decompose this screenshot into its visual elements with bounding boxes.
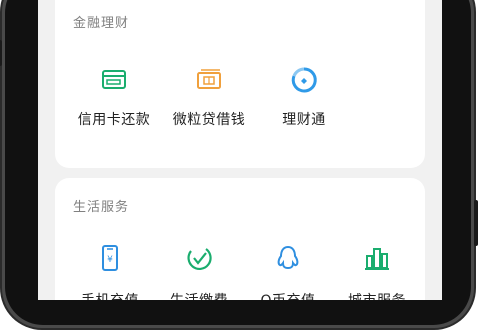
life-services-section-title: 生活服务 bbox=[73, 200, 130, 215]
money-bills-icon bbox=[197, 69, 221, 89]
svg-text:¥: ¥ bbox=[107, 255, 113, 265]
finance-section: 金融理财 信用卡还款 微粒贷借钱 理财通 bbox=[55, 0, 425, 168]
weilidai-loan-item[interactable]: 微粒贷借钱 bbox=[159, 66, 259, 128]
credit-card-icon bbox=[102, 70, 126, 89]
weilidai-loan-label: 微粒贷借钱 bbox=[172, 112, 246, 128]
city-buildings-icon bbox=[365, 248, 389, 270]
side-button-left bbox=[0, 40, 2, 66]
credit-card-repayment-label: 信用卡还款 bbox=[77, 112, 151, 128]
qcoin-topup-label: Q币充值 bbox=[238, 290, 338, 300]
check-leaf-icon bbox=[187, 248, 212, 271]
mobile-topup-item[interactable]: ¥ 手机充值 bbox=[60, 244, 160, 300]
city-services-item[interactable]: 城市服务 bbox=[327, 244, 427, 300]
licaitong-label: 理财通 bbox=[282, 112, 326, 128]
penguin-icon bbox=[277, 245, 299, 270]
credit-card-repayment-item[interactable]: 信用卡还款 bbox=[64, 66, 164, 128]
utility-payment-item[interactable]: 生活缴费 bbox=[149, 244, 249, 300]
licaitong-item[interactable]: 理财通 bbox=[254, 66, 354, 128]
city-services-label: 城市服务 bbox=[327, 290, 427, 300]
qcoin-topup-item[interactable]: Q币充值 bbox=[238, 244, 338, 300]
mobile-phone-icon: ¥ bbox=[102, 245, 118, 271]
wealth-drop-icon bbox=[291, 67, 317, 93]
utility-payment-label: 生活缴费 bbox=[149, 290, 249, 300]
life-services-section: 生活服务 ¥ 手机充值 生活缴费 Q币充值 bbox=[55, 178, 425, 300]
finance-section-title: 金融理财 bbox=[73, 16, 130, 31]
side-button-right bbox=[474, 200, 478, 246]
mobile-topup-label: 手机充值 bbox=[60, 290, 160, 300]
wallet-screen: 金融理财 信用卡还款 微粒贷借钱 理财通 生活服务 ¥ bbox=[38, 0, 442, 300]
